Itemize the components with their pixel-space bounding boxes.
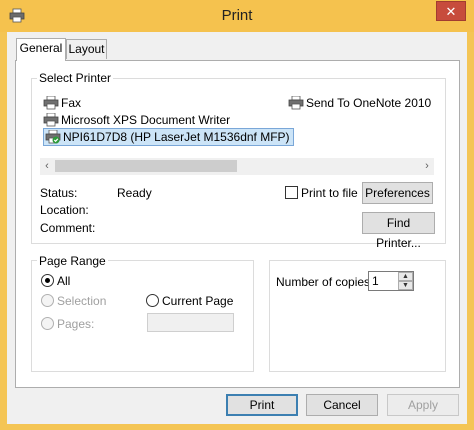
tab-layout-label: Layout (68, 42, 105, 56)
cancel-button-label: Cancel (323, 398, 361, 412)
tab-layout[interactable]: Layout (66, 39, 107, 59)
print-button[interactable]: Print (226, 394, 298, 416)
printer-list-scrollbar[interactable]: ‹ › (40, 158, 434, 175)
status-label: Status: (40, 186, 78, 200)
printer-name: NPI61D7D8 (HP LaserJet M1536dnf MFP) (63, 130, 290, 144)
current-page-radio-label: Current Page (162, 294, 234, 308)
spin-up-icon[interactable]: ▲ (398, 272, 413, 281)
printer-item-xps[interactable]: Microsoft XPS Document Writer (43, 112, 230, 128)
apply-button[interactable]: Apply (387, 394, 459, 416)
default-printer-icon (45, 130, 61, 144)
location-label: Location: (40, 203, 89, 217)
all-radio[interactable] (41, 274, 54, 287)
print-to-file-checkbox[interactable] (285, 186, 298, 199)
find-printer-button[interactable]: Find Printer... (362, 212, 435, 250)
close-button[interactable]: ✕ (436, 1, 466, 21)
pages-radio[interactable] (41, 317, 54, 330)
printer-icon (43, 96, 59, 110)
print-dialog: Print ✕ General Layout Select Printer Fa… (0, 0, 474, 430)
printer-item-hp-laserjet[interactable]: NPI61D7D8 (HP LaserJet M1536dnf MFP) (43, 128, 294, 146)
tab-general-label: General (19, 41, 63, 55)
print-button-label: Print (249, 398, 275, 412)
close-icon: ✕ (445, 4, 457, 19)
scroll-thumb[interactable] (55, 160, 237, 172)
status-value: Ready (117, 186, 152, 200)
pages-input[interactable] (147, 313, 234, 332)
number-of-copies-label: Number of copies: (276, 275, 374, 289)
printer-name: Microsoft XPS Document Writer (61, 113, 231, 127)
printer-item-onenote[interactable]: Send To OneNote 2010 (288, 95, 431, 111)
print-to-file-label: Print to file (301, 186, 358, 200)
copies-value: 1 (372, 274, 379, 288)
scroll-right-icon[interactable]: › (420, 158, 434, 175)
window-title: Print (221, 7, 253, 24)
all-radio-label: All (57, 274, 71, 288)
tab-general[interactable]: General (16, 38, 66, 61)
preferences-button-label: Preferences (365, 186, 430, 200)
selection-radio-label: Selection (57, 294, 107, 308)
copies-spin-buttons: ▲ ▼ (398, 272, 413, 290)
printer-icon (43, 113, 59, 127)
preferences-button[interactable]: Preferences (362, 182, 433, 204)
selection-radio[interactable] (41, 294, 54, 307)
printer-item-fax[interactable]: Fax (43, 95, 81, 111)
comment-label: Comment: (40, 221, 96, 235)
pages-radio-label: Pages: (57, 317, 95, 331)
printer-icon (288, 96, 304, 110)
current-page-radio[interactable] (146, 294, 159, 307)
scroll-left-icon[interactable]: ‹ (40, 158, 54, 175)
page-range-label: Page Range (37, 254, 108, 268)
printer-name: Send To OneNote 2010 (306, 96, 432, 110)
printer-name: Fax (61, 96, 82, 110)
select-printer-label: Select Printer (37, 71, 114, 85)
apply-button-label: Apply (407, 398, 439, 412)
title-bar[interactable]: Print ✕ (0, 0, 474, 32)
spin-down-icon[interactable]: ▼ (398, 281, 413, 290)
find-printer-button-label: Find Printer... (376, 216, 421, 250)
cancel-button[interactable]: Cancel (306, 394, 378, 416)
